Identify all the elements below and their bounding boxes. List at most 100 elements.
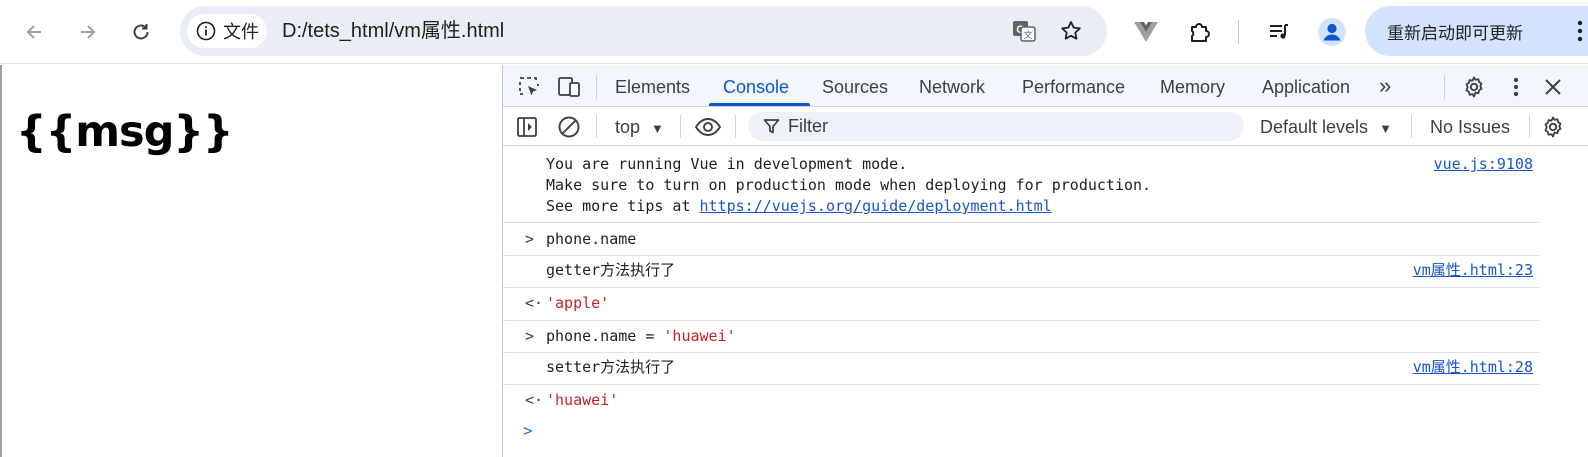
source-link[interactable]: vue.js:9108 xyxy=(1434,154,1533,175)
live-expression-button[interactable] xyxy=(694,113,722,141)
profile-button[interactable] xyxy=(1314,14,1350,50)
context-selector[interactable]: top ▼ xyxy=(615,107,664,146)
result-arrow-icon: <· xyxy=(525,391,544,409)
tab-application[interactable]: Application xyxy=(1262,65,1350,107)
filter-bar-divider xyxy=(680,115,681,138)
devtools-panel: Elements Console Sources Network Perform… xyxy=(502,65,1588,457)
more-vert-icon xyxy=(1513,77,1519,97)
console-result-value[interactable]: 'huawei' xyxy=(546,390,618,411)
chevron-down-icon: ▼ xyxy=(651,121,664,136)
relaunch-to-update-label: 重新启动即可更新 xyxy=(1387,23,1523,43)
devtools-tab-bar: Elements Console Sources Network Perform… xyxy=(503,65,1588,107)
inspect-element-icon xyxy=(519,77,539,96)
filter-bar-divider xyxy=(596,115,597,138)
console-output: You are running Vue in development mode.… xyxy=(503,147,1588,457)
console-message-text: You are running Vue in development mode.… xyxy=(546,154,1151,217)
site-info-chip[interactable]: 文件 xyxy=(187,14,267,48)
reload-icon xyxy=(133,24,149,40)
close-devtools-button[interactable] xyxy=(1539,73,1567,101)
media-queue-button[interactable] xyxy=(1261,14,1297,50)
puzzle-extensions-icon xyxy=(1191,23,1210,42)
deployment-guide-link[interactable]: https://vuejs.org/guide/deployment.html xyxy=(700,197,1052,215)
site-info-label: 文件 xyxy=(223,22,259,42)
eye-icon xyxy=(694,118,722,136)
console-prompt-icon[interactable]: > xyxy=(523,421,533,440)
console-result-row: <· 'huawei' xyxy=(503,390,1539,418)
filter-funnel-icon xyxy=(763,119,780,134)
back-arrow-icon xyxy=(26,25,41,39)
back-button[interactable] xyxy=(16,14,52,50)
forward-button[interactable] xyxy=(70,14,106,50)
input-chevron-icon: > xyxy=(525,327,535,345)
source-link[interactable]: vm属性.html:23 xyxy=(1413,260,1533,281)
toolbar-divider xyxy=(1238,20,1239,44)
forward-arrow-icon xyxy=(81,25,96,39)
more-vert-icon xyxy=(1577,20,1583,42)
tab-memory[interactable]: Memory xyxy=(1160,65,1225,107)
page-heading: {{msg}} xyxy=(16,107,234,157)
inspect-element-button[interactable] xyxy=(515,73,543,101)
devtools-settings-button[interactable] xyxy=(1460,73,1488,101)
console-log-text: setter方法执行了 xyxy=(546,358,676,376)
star-icon xyxy=(1061,21,1081,40)
url-text[interactable]: D:/tets_html/vm属性.html xyxy=(282,6,504,56)
log-levels-dropdown[interactable]: Default levels ▼ xyxy=(1260,107,1392,146)
bookmark-button[interactable] xyxy=(1057,17,1085,45)
console-input-text[interactable]: phone.name xyxy=(546,229,636,250)
more-tabs-button[interactable]: » xyxy=(1379,65,1391,107)
notice-line-3: See more tips at xyxy=(546,197,700,215)
gear-icon xyxy=(1544,116,1562,138)
address-bar[interactable]: 文件 D:/tets_html/vm属性.html G文 xyxy=(180,6,1107,56)
source-link[interactable]: vm属性.html:28 xyxy=(1413,357,1533,378)
page-viewport: {{msg}} xyxy=(0,65,502,457)
console-message-vue-notice: You are running Vue in development mode.… xyxy=(503,154,1539,223)
device-toggle-icon xyxy=(558,77,580,97)
media-queue-icon xyxy=(1270,24,1288,39)
translate-icon: G文 xyxy=(1013,21,1036,42)
tab-performance[interactable]: Performance xyxy=(1022,65,1125,107)
console-filter-bar: top ▼ Filter Default levels ▼ No Issues xyxy=(503,107,1588,146)
assignment-string-literal: 'huawei' xyxy=(663,327,736,345)
console-result-row: <· 'apple' xyxy=(503,293,1539,321)
translate-button[interactable]: G文 xyxy=(1010,17,1038,45)
reload-button[interactable] xyxy=(123,14,159,50)
console-log-row: setter方法执行了 vm属性.html:28 xyxy=(503,357,1539,385)
vue-devtools-extension[interactable] xyxy=(1128,14,1164,50)
console-input-row: > phone.name = 'huawei' xyxy=(503,326,1539,353)
svg-text:文: 文 xyxy=(1023,29,1032,41)
filter-bar-divider xyxy=(1529,115,1530,138)
notice-line-2: Make sure to turn on production mode whe… xyxy=(546,176,1152,194)
clear-console-button[interactable] xyxy=(555,113,583,141)
tab-bar-divider-right xyxy=(1444,75,1445,99)
tab-console[interactable]: Console xyxy=(723,65,789,107)
result-arrow-icon: <· xyxy=(525,294,544,312)
tab-network[interactable]: Network xyxy=(919,65,985,107)
console-settings-button[interactable] xyxy=(1539,113,1567,141)
issues-counter[interactable]: No Issues xyxy=(1430,107,1510,146)
info-icon xyxy=(196,21,216,41)
log-levels-label: Default levels xyxy=(1260,117,1369,137)
sidebar-toggle-icon xyxy=(517,117,537,137)
filter-bar-divider xyxy=(1411,115,1412,138)
relaunch-to-update-button[interactable]: 重新启动即可更新 xyxy=(1365,6,1588,56)
console-log-text: getter方法执行了 xyxy=(546,261,676,279)
extensions-button[interactable] xyxy=(1182,14,1218,50)
devtools-menu-button[interactable] xyxy=(1502,73,1530,101)
console-sidebar-toggle[interactable] xyxy=(513,113,541,141)
console-log-row: getter方法执行了 vm属性.html:23 xyxy=(503,260,1539,288)
clear-console-icon xyxy=(558,116,580,138)
console-filter-input[interactable]: Filter xyxy=(748,112,1244,141)
gear-icon xyxy=(1465,76,1483,98)
browser-toolbar: 文件 D:/tets_html/vm属性.html G文 重新启动即可更新 xyxy=(0,0,1588,64)
tab-elements[interactable]: Elements xyxy=(615,65,690,107)
context-selector-label: top xyxy=(615,117,641,137)
profile-avatar-icon xyxy=(1318,18,1346,46)
device-toolbar-button[interactable] xyxy=(555,73,583,101)
tab-sources[interactable]: Sources xyxy=(822,65,888,107)
notice-line-1: You are running Vue in development mode. xyxy=(546,155,908,173)
filter-bar-divider xyxy=(735,115,736,138)
console-result-value[interactable]: 'apple' xyxy=(546,293,609,314)
active-tab-indicator xyxy=(709,103,810,106)
console-input-row: > phone.name xyxy=(503,229,1539,256)
console-input-text[interactable]: phone.name = 'huawei' xyxy=(546,326,736,347)
